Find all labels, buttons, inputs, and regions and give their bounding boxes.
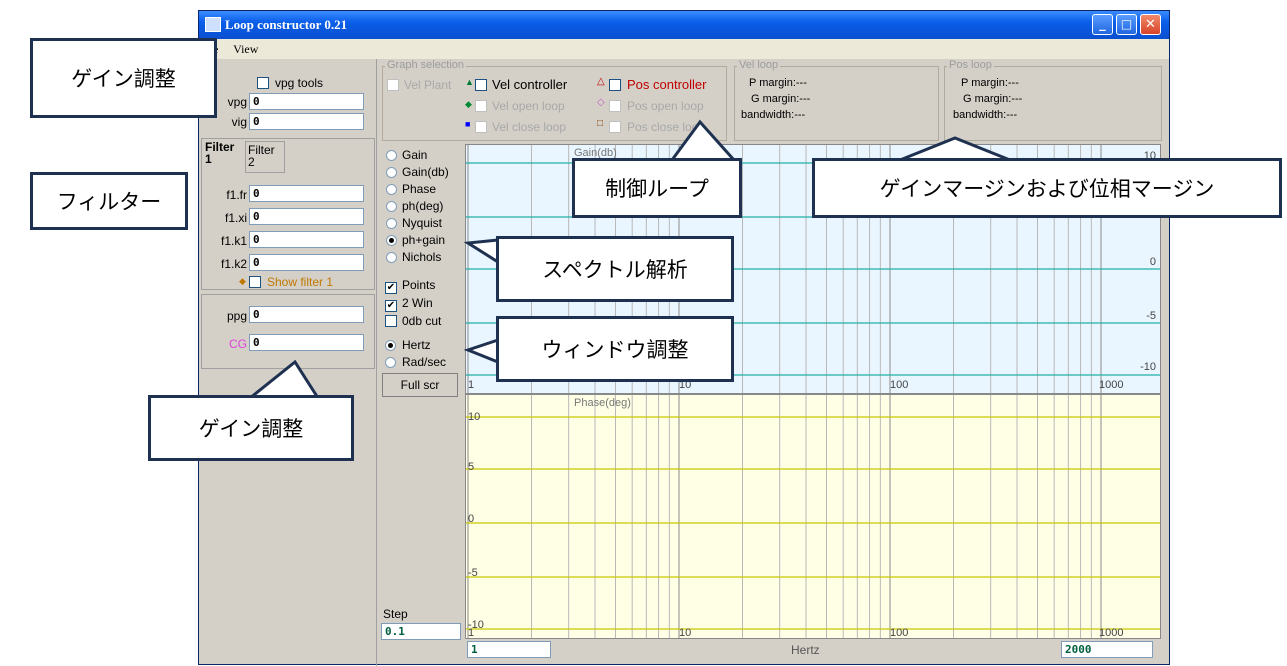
- callout-spectrum: スペクトル解析: [496, 236, 734, 302]
- callout-control-loop: 制御ループ: [572, 158, 742, 218]
- callout-gain-adjust-top: ゲイン調整: [30, 38, 217, 118]
- callout-filter: フィルター: [30, 172, 188, 230]
- callout-window-adjust: ウィンドウ調整: [496, 316, 734, 382]
- callout-gain-adjust-bottom: ゲイン調整: [148, 395, 354, 461]
- callout-margins: ゲインマージンおよび位相マージン: [812, 158, 1282, 218]
